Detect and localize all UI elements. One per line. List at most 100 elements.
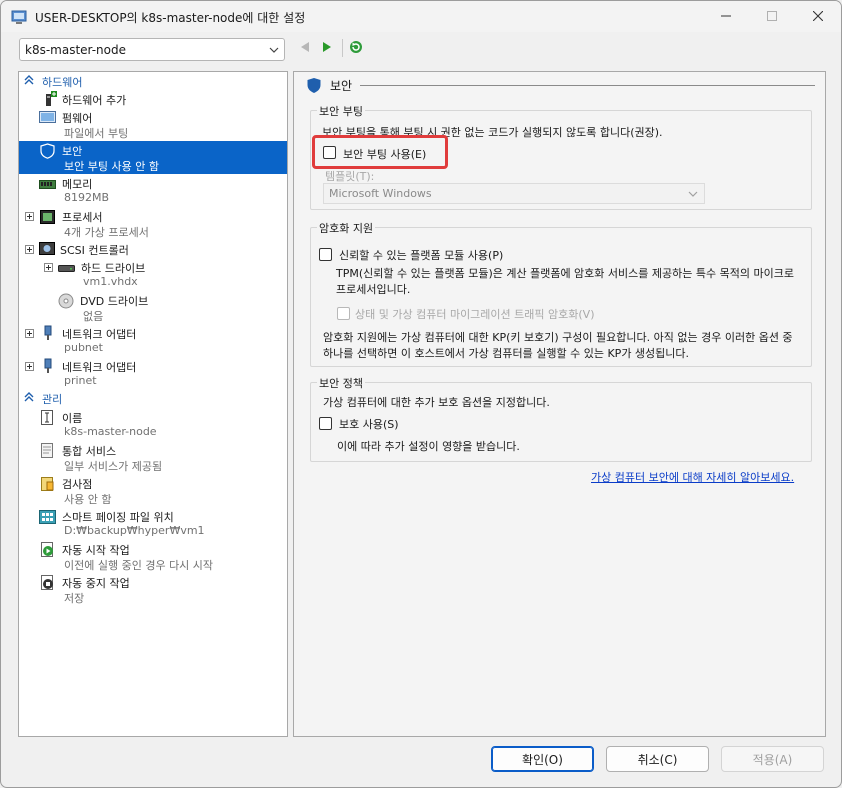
security-policy-group: 보안 정책 가상 컴퓨터에 대한 추가 보호 옵션을 지정합니다. 보호 사용(… (310, 375, 812, 462)
tree-item-detail: 8192MB (64, 191, 110, 204)
tree-item-detail: 파일에서 부팅 (64, 127, 129, 140)
tree-item-detail: 보안 부팅 사용 안 함 (64, 160, 159, 173)
tree-item-smart-paging[interactable]: 스마트 페이징 파일 위치 D:₩backup₩hyper₩vm1 (19, 507, 287, 540)
chevron-down-icon (688, 189, 698, 202)
tree-item-detail: D:₩backup₩hyper₩vm1 (64, 524, 205, 537)
tree-item-scsi-controller[interactable]: SCSI 컨트롤러 (19, 240, 287, 258)
tree-item-detail: 일부 서비스가 제공됨 (64, 460, 163, 473)
tpm-checkbox-label[interactable]: 신뢰할 수 있는 플랫폼 모듈 사용(P) (339, 247, 503, 263)
tree-item-detail: 저장 (64, 592, 85, 605)
collapse-chevron-icon (24, 75, 34, 88)
kp-description: 암호화 지원에는 가상 컴퓨터에 대한 KP(키 보호기) 구성이 필요합니다.… (323, 331, 793, 360)
tree-item-detail: vm1.vhdx (83, 275, 138, 288)
tree-item-integration-services[interactable]: 통합 서비스 일부 서비스가 제공됨 (19, 441, 287, 474)
shield-icon (39, 143, 56, 159)
tree-item-label: 통합 서비스 (62, 445, 117, 458)
tree-item-name: 보안 (62, 145, 83, 158)
hardware-section-label: 하드웨어 (42, 76, 83, 89)
tree-item-name: 메모리 (62, 178, 93, 191)
tree-item-detail: prinet (64, 374, 97, 387)
hardware-section-header[interactable]: 하드웨어 (19, 73, 287, 89)
tree-item-name: 네트워크 어댑터 (62, 361, 137, 374)
tree-item-detail: pubnet (64, 341, 103, 354)
collapse-icon[interactable] (25, 245, 34, 254)
vm-selector-dropdown[interactable]: k8s-master-node (19, 38, 285, 61)
template-value: Microsoft Windows (329, 187, 432, 200)
tree-item-automatic-start[interactable]: 자동 시작 작업 이전에 실행 중인 경우 다시 시작 (19, 540, 287, 573)
tree-item-name: 프로세서 (62, 211, 103, 224)
tree-item-name: 하드웨어 추가 (62, 94, 127, 107)
tree-item-add-hardware[interactable]: 하드웨어 추가 (19, 90, 287, 108)
tree-item-detail: k8s-master-node (64, 425, 157, 438)
ok-button[interactable]: 확인(O) (491, 746, 594, 772)
shielding-checkbox[interactable] (319, 417, 332, 430)
tree-item-detail: 사용 안 함 (64, 493, 112, 506)
secure-boot-group-title: 보안 부팅 (317, 103, 365, 119)
tree-item-detail: 없음 (83, 310, 104, 323)
tree-item-label: 이름 (62, 412, 83, 425)
firmware-icon (39, 110, 56, 126)
tree-item-hard-drive[interactable]: 하드 드라이브 vm1.vhdx (19, 258, 287, 291)
tree-item-label: 자동 시작 작업 (62, 544, 130, 557)
tree-item-memory[interactable]: 메모리 8192MB (19, 174, 287, 207)
apply-button[interactable]: 적용(A) (721, 746, 824, 772)
tree-item-name[interactable]: 이름 k8s-master-node (19, 408, 287, 441)
shielding-note: 이에 따라 추가 설정이 영향을 받습니다. (337, 440, 520, 453)
maximize-button[interactable] (749, 1, 795, 31)
next-button[interactable] (319, 40, 335, 56)
tree-item-processor[interactable]: 프로세서 4개 가상 프로세서 (19, 207, 287, 240)
learn-more-link[interactable]: 가상 컴퓨터 보안에 대해 자세히 알아보세요. (591, 469, 794, 485)
tree-item-dvd-drive[interactable]: DVD 드라이브 없음 (19, 291, 287, 324)
toolbar-separator (342, 39, 343, 57)
checkpoint-icon (39, 476, 56, 492)
tree-item-detail: 이전에 실행 중인 경우 다시 시작 (64, 559, 214, 572)
tree-item-name: 하드 드라이브 (81, 262, 146, 275)
refresh-button[interactable] (348, 40, 364, 56)
security-policy-description: 가상 컴퓨터에 대한 추가 보호 옵션을 지정합니다. (323, 396, 550, 409)
cancel-button[interactable]: 취소(C) (606, 746, 709, 772)
arrow-right-icon (322, 41, 332, 56)
expand-icon[interactable] (44, 263, 53, 272)
memory-icon (39, 176, 56, 192)
settings-window: USER-DESKTOP의 k8s-master-node에 대한 설정 k8s… (0, 0, 842, 788)
tree-item-network-adapter-prinet[interactable]: 네트워크 어댑터 prinet (19, 357, 287, 390)
tree-item-automatic-stop[interactable]: 자동 중지 작업 저장 (19, 573, 287, 606)
expand-icon[interactable] (25, 329, 34, 338)
settings-tree: 하드웨어 하드웨어 추가 펌웨어 파일에서 부팅 보안 보안 부팅 사용 안 함… (18, 71, 288, 737)
processor-icon (39, 209, 56, 225)
close-button[interactable] (795, 1, 841, 31)
tree-item-label: 스마트 페이징 파일 위치 (62, 511, 174, 524)
tree-item-detail: 4개 가상 프로세서 (64, 226, 149, 239)
tree-item-name: 네트워크 어댑터 (62, 328, 137, 341)
security-settings-panel: 보안 보안 부팅 보안 부팅을 통해 부팅 시 권한 없는 코드가 실행되지 않… (293, 71, 826, 737)
expand-icon[interactable] (25, 362, 34, 371)
management-section-header[interactable]: 관리 (19, 390, 287, 406)
arrow-left-icon (300, 41, 310, 56)
encryption-support-group: 암호화 지원 신뢰할 수 있는 플랫폼 모듈 사용(P) TPM(신뢰할 수 있… (310, 220, 812, 367)
secure-boot-highlight-box (312, 135, 448, 169)
shielding-checkbox-label[interactable]: 보호 사용(S) (339, 416, 399, 432)
shield-icon (306, 77, 322, 97)
management-section-label: 관리 (42, 393, 63, 406)
title-bar: USER-DESKTOP의 k8s-master-node에 대한 설정 (1, 1, 841, 32)
tpm-checkbox[interactable] (319, 248, 332, 261)
tree-item-firmware[interactable]: 펌웨어 파일에서 부팅 (19, 108, 287, 141)
vm-selector-value: k8s-master-node (25, 43, 126, 57)
migration-encryption-checkbox[interactable] (337, 307, 350, 320)
tree-item-name: 펌웨어 (62, 112, 93, 125)
expand-icon[interactable] (25, 212, 34, 221)
network-adapter-icon (40, 325, 57, 341)
tree-item-checkpoints[interactable]: 검사점 사용 안 함 (19, 474, 287, 507)
previous-button[interactable] (297, 40, 313, 56)
minimize-button[interactable] (703, 1, 749, 31)
header-divider (360, 85, 815, 86)
automatic-start-icon (39, 542, 56, 558)
migration-encryption-label[interactable]: 상태 및 가상 컴퓨터 마이그레이션 트래픽 암호화(V) (355, 306, 595, 322)
hard-drive-icon (58, 260, 75, 276)
automatic-stop-icon (39, 575, 56, 591)
template-dropdown[interactable]: Microsoft Windows (323, 183, 705, 204)
tree-item-network-adapter-pubnet[interactable]: 네트워크 어댑터 pubnet (19, 324, 287, 357)
tree-item-label: 자동 중지 작업 (62, 577, 130, 590)
tree-item-security[interactable]: 보안 보안 부팅 사용 안 함 (19, 141, 287, 174)
dvd-drive-icon (58, 293, 75, 309)
